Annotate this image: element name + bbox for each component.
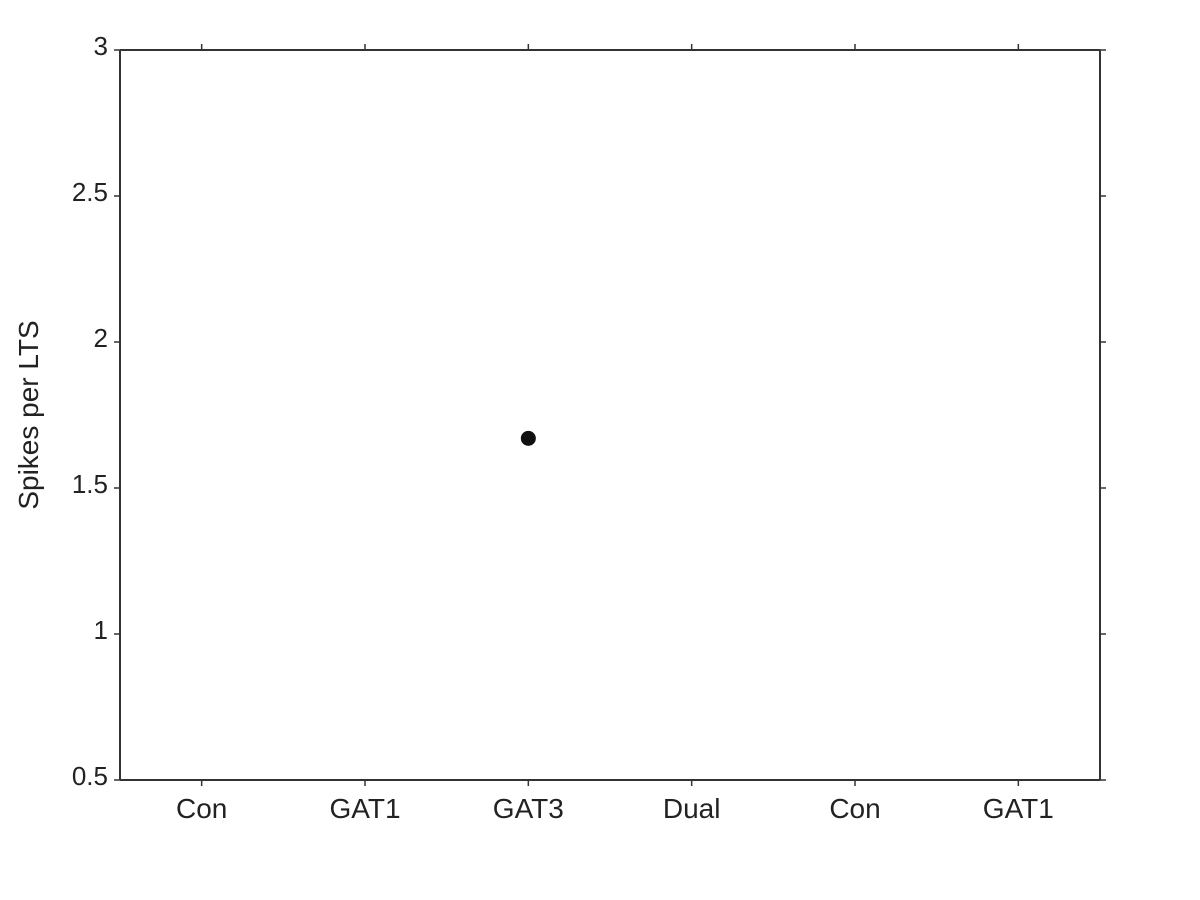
chart-svg: 0.5 1 1.5 2 2.5 3 Con GAT1 GAT3 Dual Con GAT1 Spikes…: [0, 0, 1200, 900]
svg-text:Dual: Dual: [663, 793, 721, 824]
svg-text:0.5: 0.5: [72, 761, 108, 791]
svg-text:1.5: 1.5: [72, 469, 108, 499]
svg-text:GAT1: GAT1: [983, 793, 1054, 824]
svg-text:3: 3: [94, 31, 108, 61]
svg-text:GAT1: GAT1: [329, 793, 400, 824]
svg-text:1: 1: [94, 615, 108, 645]
svg-text:GAT3: GAT3: [493, 793, 564, 824]
svg-text:Spikes per LTS: Spikes per LTS: [13, 320, 44, 509]
svg-text:2: 2: [94, 323, 108, 353]
svg-text:Con: Con: [176, 793, 227, 824]
svg-text:Con: Con: [829, 793, 880, 824]
svg-text:2.5: 2.5: [72, 177, 108, 207]
chart-container: 0.5 1 1.5 2 2.5 3 Con GAT1 GAT3 Dual Con GAT1 Spikes…: [0, 0, 1200, 900]
